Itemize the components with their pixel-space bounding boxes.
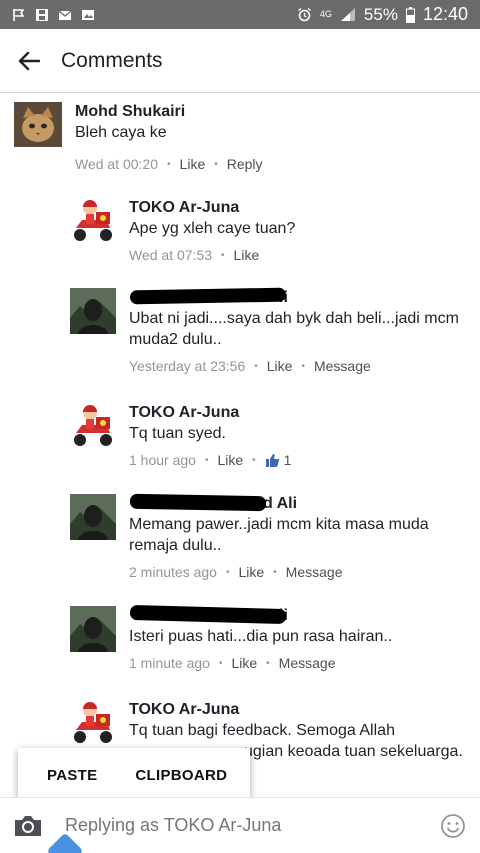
like-button[interactable]: Like bbox=[180, 156, 206, 172]
comment-text: Isteri puas hati...dia pun rasa hairan.. bbox=[129, 628, 393, 645]
notification-icons bbox=[12, 8, 95, 22]
separator-dot: • bbox=[252, 454, 256, 466]
reply-item: TOKO Ar-Juna Tq tuan syed. 1 hour ago • … bbox=[70, 403, 291, 468]
network-type: 4G bbox=[319, 9, 332, 19]
separator-dot: • bbox=[218, 657, 223, 669]
avatar[interactable] bbox=[70, 494, 116, 540]
comment-time: Yesterday at 23:56 bbox=[129, 358, 246, 374]
comment-meta: 2 minutes ago • Like • Message bbox=[129, 564, 429, 580]
redaction-mark bbox=[129, 493, 267, 512]
comment-time: 1 hour ago bbox=[129, 452, 196, 468]
message-button[interactable]: Message bbox=[279, 655, 336, 671]
clipboard-button[interactable]: CLIPBOARD bbox=[135, 767, 227, 784]
like-button[interactable]: Like bbox=[238, 564, 264, 580]
emoji-button[interactable] bbox=[426, 798, 480, 853]
separator-dot: • bbox=[214, 158, 218, 170]
comment-time: 2 minutes ago bbox=[129, 564, 217, 580]
reaction-count[interactable]: 1 bbox=[265, 452, 292, 468]
reply-item: TOKO Ar-Juna Ape yg xleh caye tuan? Wed … bbox=[70, 198, 295, 263]
message-button[interactable]: Message bbox=[314, 358, 371, 374]
avatar[interactable] bbox=[70, 198, 116, 244]
flag-icon bbox=[13, 8, 25, 21]
page-title: Comments bbox=[61, 48, 163, 72]
camera-button[interactable] bbox=[0, 798, 56, 853]
reply-input[interactable] bbox=[65, 815, 426, 836]
back-button[interactable] bbox=[0, 29, 58, 93]
avatar[interactable] bbox=[70, 700, 116, 746]
like-button[interactable]: Like bbox=[231, 655, 257, 671]
comment-text: Memang pawer..jadi mcm kita masa muda bbox=[129, 516, 429, 533]
status-bar: 4G 55% 12:40 bbox=[0, 0, 480, 29]
separator-dot: • bbox=[266, 657, 270, 669]
thumbs-up-icon bbox=[265, 453, 279, 467]
paste-button[interactable]: PASTE bbox=[47, 767, 97, 784]
comment-time: Wed at 00:20 bbox=[75, 156, 159, 172]
comment-author[interactable]: TOKO Ar-Juna bbox=[129, 403, 291, 422]
redaction-mark bbox=[129, 287, 287, 305]
separator-dot: • bbox=[254, 360, 258, 372]
like-button[interactable]: Like bbox=[217, 452, 243, 468]
comment-author[interactable]: Mohd Shukairi bbox=[75, 102, 263, 121]
message-button[interactable]: Message bbox=[286, 564, 343, 580]
save-icon bbox=[36, 8, 48, 21]
comment-meta: 1 hour ago • Like • 1 bbox=[129, 452, 291, 468]
separator-dot: • bbox=[221, 249, 225, 261]
alarm-icon bbox=[298, 7, 311, 22]
comment-text: Ubat ni jadi....saya dah byk dah beli...… bbox=[129, 310, 459, 327]
comment-meta: 1 minute ago • Like • Message bbox=[129, 655, 392, 671]
comment-time: 1 minute ago bbox=[129, 655, 210, 671]
separator-dot: • bbox=[167, 158, 171, 170]
smiley-icon bbox=[441, 813, 465, 838]
comment-text: muda2 dulu.. bbox=[129, 331, 222, 348]
comment-meta: Yesterday at 23:56 • Like • Message bbox=[129, 358, 459, 374]
signal-icon bbox=[340, 8, 355, 21]
app-bar: Comments bbox=[0, 29, 480, 93]
comment-author[interactable]: TOKO Ar-Juna bbox=[129, 700, 463, 719]
comment-time: Wed at 07:53 bbox=[129, 247, 213, 263]
comment-meta: Wed at 07:53 • Like bbox=[129, 247, 295, 263]
separator-dot: • bbox=[204, 454, 209, 466]
separator-dot: • bbox=[301, 360, 305, 372]
avatar[interactable] bbox=[70, 288, 116, 334]
like-count-number: 1 bbox=[283, 452, 292, 468]
status-indicators: 4G 55% 12:40 bbox=[297, 4, 468, 25]
image-icon bbox=[82, 9, 94, 20]
back-arrow-icon bbox=[18, 51, 40, 70]
separator-dot: • bbox=[225, 566, 230, 578]
comment-meta: Wed at 00:20 • Like • Reply bbox=[75, 156, 263, 172]
battery-icon bbox=[405, 6, 415, 23]
battery-percent: 55% bbox=[363, 4, 398, 24]
paste-popup: PASTE CLIPBOARD bbox=[18, 748, 250, 802]
camera-icon bbox=[15, 815, 41, 836]
mail-icon bbox=[58, 9, 72, 20]
comment-text: Tq tuan syed. bbox=[129, 425, 226, 442]
avatar[interactable] bbox=[14, 102, 62, 147]
like-button[interactable]: Like bbox=[267, 358, 293, 374]
comment-text: remaja dulu.. bbox=[129, 537, 222, 554]
comment-text: Bleh caya ke bbox=[75, 124, 167, 141]
avatar[interactable] bbox=[70, 403, 116, 449]
comment-item: Mohd Shukairi Bleh caya ke Wed at 00:20 … bbox=[14, 102, 263, 172]
avatar[interactable] bbox=[70, 606, 116, 652]
clock: 12:40 bbox=[422, 4, 468, 24]
comment-text: Tq tuan bagi feedback. Semoga Allah bbox=[129, 722, 395, 739]
reply-button[interactable]: Reply bbox=[227, 156, 263, 172]
like-button[interactable]: Like bbox=[234, 247, 260, 263]
comment-author[interactable]: TOKO Ar-Juna bbox=[129, 198, 295, 217]
separator-dot: • bbox=[273, 566, 277, 578]
comment-text: Ape yg xleh caye tuan? bbox=[129, 220, 296, 237]
